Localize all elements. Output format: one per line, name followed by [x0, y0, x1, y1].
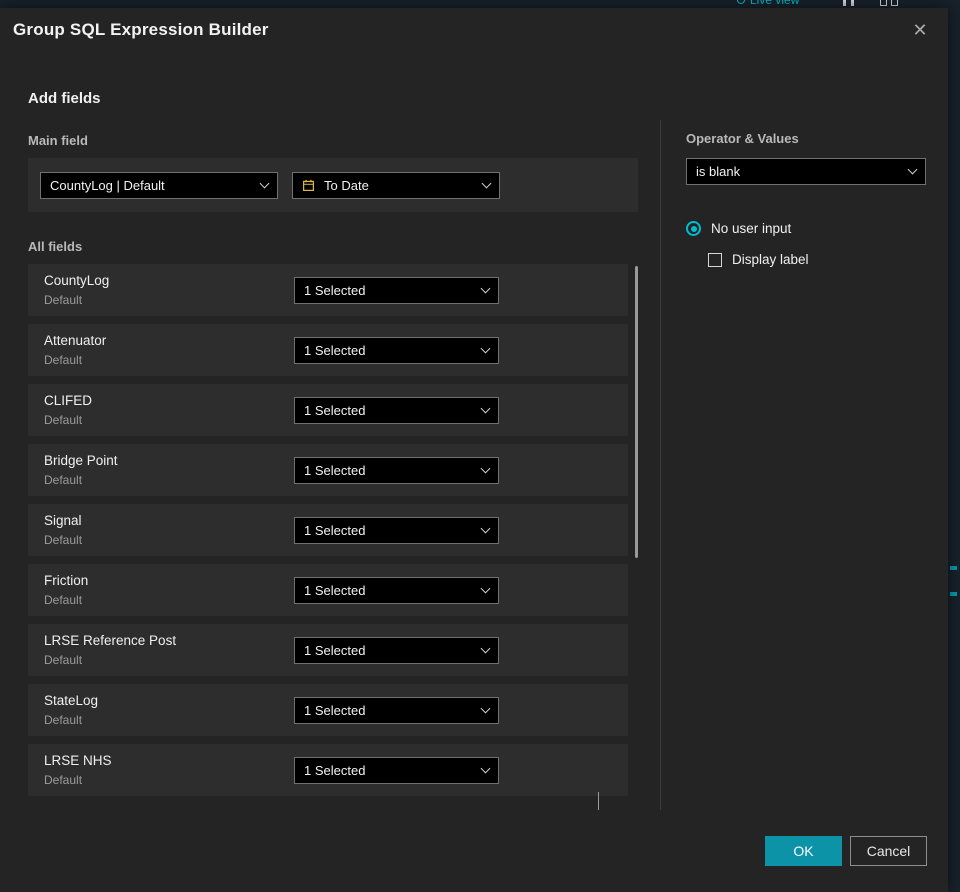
all-fields-list: CountyLog Default 1 Selected Attenuator … — [28, 264, 628, 796]
row-selected-value: 1 Selected — [304, 643, 366, 658]
field-name: LRSE Reference Post — [44, 633, 177, 648]
field-row: LRSE NHS Default 1 Selected — [28, 744, 628, 796]
row-selected-dropdown[interactable]: 1 Selected — [294, 517, 499, 544]
row-selected-value: 1 Selected — [304, 523, 366, 538]
row-selected-dropdown[interactable]: 1 Selected — [294, 397, 499, 424]
main-date-dropdown[interactable]: To Date — [292, 172, 500, 199]
chevron-down-icon — [481, 178, 492, 189]
column-divider — [660, 120, 661, 810]
field-name: CLIFED — [44, 393, 93, 408]
field-subtitle: Default — [44, 413, 83, 427]
field-subtitle: Default — [44, 293, 83, 307]
chevron-down-icon — [480, 703, 491, 714]
close-icon[interactable]: ✕ — [908, 18, 932, 42]
calendar-icon — [302, 179, 315, 192]
chevron-down-icon — [480, 643, 491, 654]
checkbox-label: Display label — [732, 252, 809, 267]
checkbox-icon — [708, 252, 722, 267]
row-selected-dropdown[interactable]: 1 Selected — [294, 337, 499, 364]
group-sql-expression-builder-dialog: Group SQL Expression Builder ✕ Add field… — [0, 8, 948, 892]
field-name: Bridge Point — [44, 453, 118, 468]
field-subtitle: Default — [44, 533, 83, 547]
field-subtitle: Default — [44, 773, 83, 787]
all-fields-label: All fields — [28, 239, 83, 254]
chevron-down-icon — [259, 178, 270, 189]
row-selected-dropdown[interactable]: 1 Selected — [294, 697, 499, 724]
row-selected-value: 1 Selected — [304, 703, 366, 718]
display-label-checkbox[interactable]: Display label — [708, 252, 809, 267]
panels-icon — [880, 0, 898, 6]
field-subtitle: Default — [44, 713, 83, 727]
field-name: LRSE NHS — [44, 753, 112, 768]
radio-selected-icon — [686, 221, 701, 236]
row-selected-dropdown[interactable]: 1 Selected — [294, 757, 499, 784]
live-view-icon — [737, 0, 745, 4]
operator-value: is blank — [696, 164, 741, 179]
app-background-right — [948, 8, 960, 892]
operator-values-label: Operator & Values — [686, 131, 799, 146]
field-name: CountyLog — [44, 273, 110, 288]
main-date-value: To Date — [324, 178, 369, 193]
dialog-title: Group SQL Expression Builder — [13, 20, 269, 39]
row-selected-value: 1 Selected — [304, 343, 366, 358]
field-subtitle: Default — [44, 593, 83, 607]
app-background-strip: Live view — [0, 0, 960, 8]
field-row: Signal Default 1 Selected — [28, 504, 628, 556]
chevron-down-icon — [480, 343, 491, 354]
chevron-down-icon — [480, 763, 491, 774]
pause-icon — [843, 0, 854, 6]
row-selected-value: 1 Selected — [304, 403, 366, 418]
chevron-down-icon — [907, 164, 918, 175]
scroll-down-icon[interactable] — [598, 792, 608, 810]
chevron-down-icon — [480, 463, 491, 474]
main-field-value: CountyLog | Default — [50, 178, 165, 193]
field-row: Bridge Point Default 1 Selected — [28, 444, 628, 496]
row-selected-dropdown[interactable]: 1 Selected — [294, 277, 499, 304]
field-subtitle: Default — [44, 653, 83, 667]
row-selected-dropdown[interactable]: 1 Selected — [294, 457, 499, 484]
field-row: Attenuator Default 1 Selected — [28, 324, 628, 376]
live-view-label: Live view — [750, 0, 800, 7]
main-field-panel: CountyLog | Default To Date — [28, 158, 638, 212]
field-row: CountyLog Default 1 Selected — [28, 264, 628, 316]
field-row: CLIFED Default 1 Selected — [28, 384, 628, 436]
main-field-dropdown[interactable]: CountyLog | Default — [40, 172, 278, 199]
row-selected-value: 1 Selected — [304, 583, 366, 598]
radio-label: No user input — [711, 221, 792, 236]
field-name: StateLog — [44, 693, 99, 708]
add-fields-heading: Add fields — [28, 90, 101, 107]
row-selected-dropdown[interactable]: 1 Selected — [294, 637, 499, 664]
chevron-down-icon — [480, 403, 491, 414]
row-selected-dropdown[interactable]: 1 Selected — [294, 577, 499, 604]
row-selected-value: 1 Selected — [304, 283, 366, 298]
row-selected-value: 1 Selected — [304, 763, 366, 778]
live-view-indicator: Live view — [737, 0, 799, 7]
field-row: LRSE Reference Post Default 1 Selected — [28, 624, 628, 676]
cancel-button[interactable]: Cancel — [850, 836, 927, 866]
field-name: Attenuator — [44, 333, 107, 348]
field-name: Signal — [44, 513, 82, 528]
list-scrollbar[interactable] — [633, 264, 641, 800]
ok-button[interactable]: OK — [765, 836, 842, 866]
field-row: StateLog Default 1 Selected — [28, 684, 628, 736]
main-field-label: Main field — [28, 133, 88, 148]
row-selected-value: 1 Selected — [304, 463, 366, 478]
field-subtitle: Default — [44, 473, 83, 487]
field-row: Friction Default 1 Selected — [28, 564, 628, 616]
map-tool-icon — [950, 566, 957, 570]
operator-dropdown[interactable]: is blank — [686, 158, 926, 185]
field-subtitle: Default — [44, 353, 83, 367]
map-tool-icon — [950, 592, 957, 596]
chevron-down-icon — [480, 283, 491, 294]
no-user-input-radio[interactable]: No user input — [686, 221, 791, 236]
field-name: Friction — [44, 573, 89, 588]
chevron-down-icon — [480, 523, 491, 534]
chevron-down-icon — [480, 583, 491, 594]
scrollbar-thumb[interactable] — [635, 266, 638, 558]
